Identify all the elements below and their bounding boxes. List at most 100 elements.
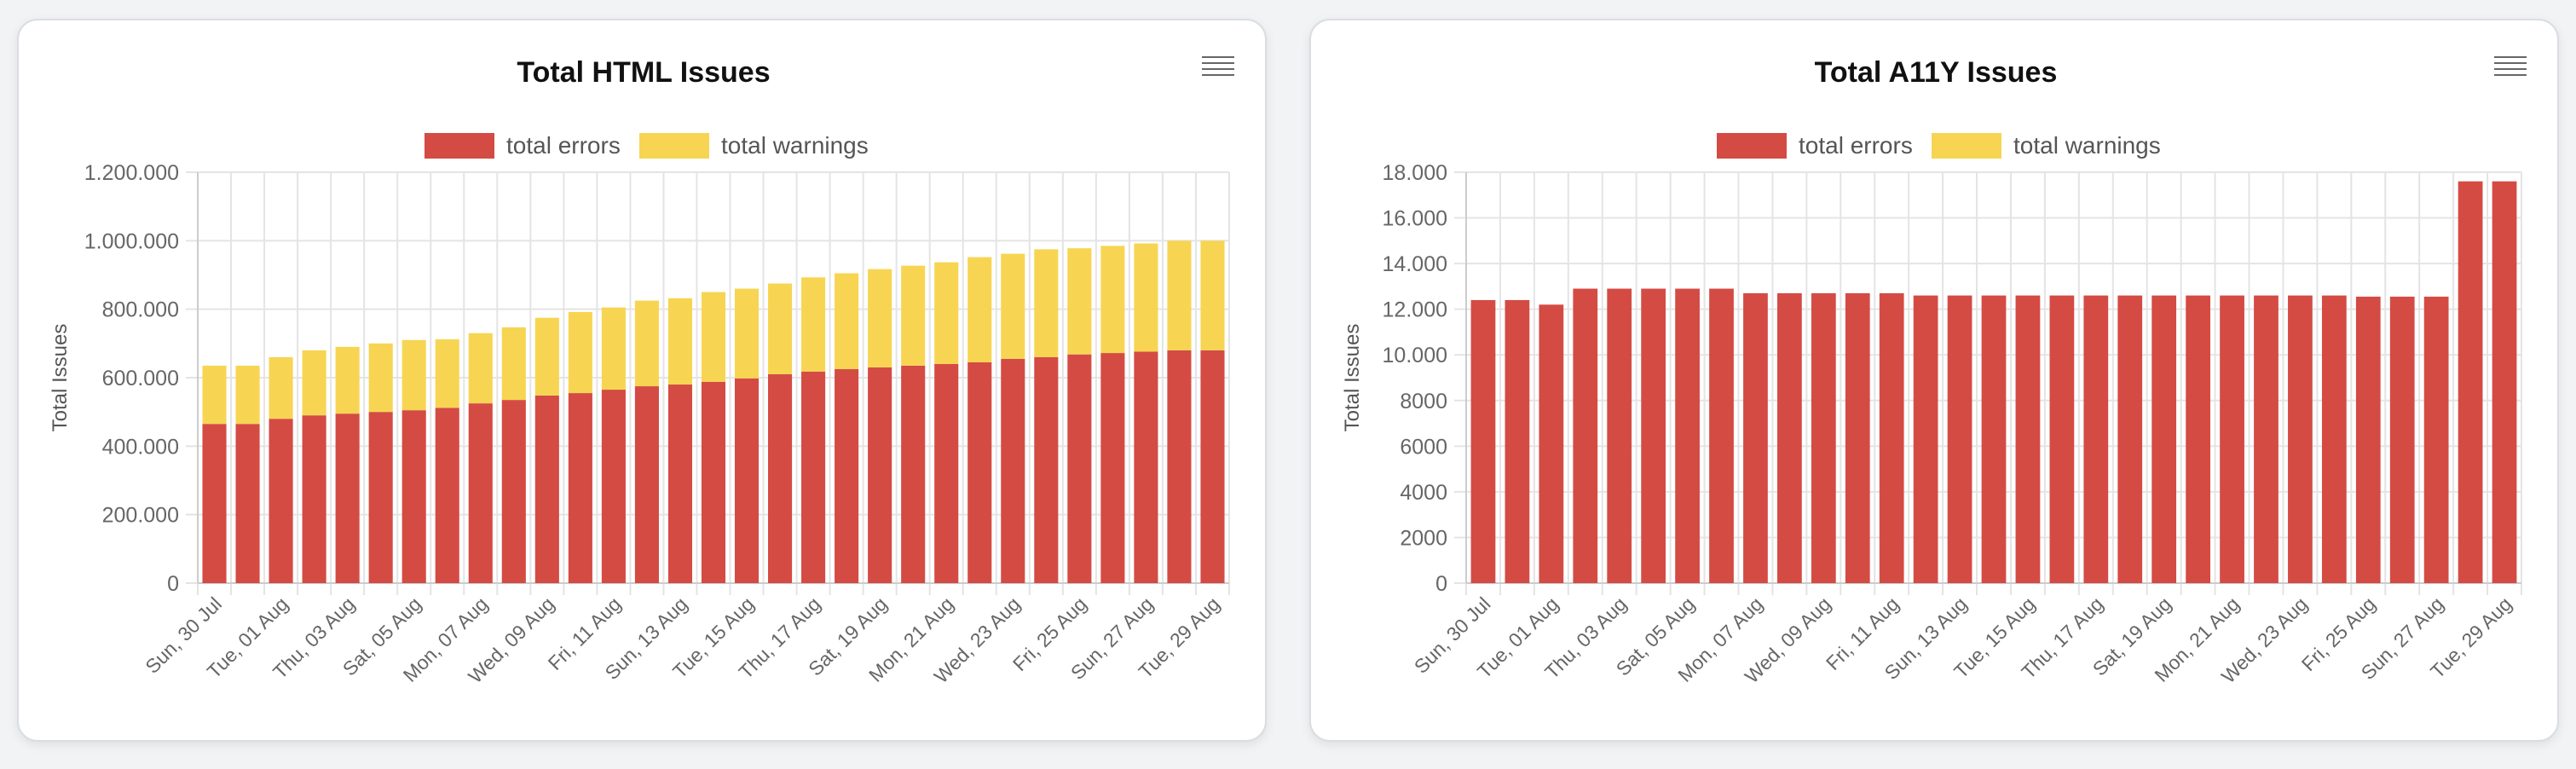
bar-warnings[interactable] <box>667 298 693 385</box>
bar-warnings[interactable] <box>901 265 926 366</box>
bar-errors[interactable] <box>1505 299 1530 583</box>
bar-errors[interactable] <box>2492 181 2517 583</box>
legend-swatch[interactable] <box>1717 133 1787 159</box>
chart-menu-icon[interactable] <box>2494 56 2527 87</box>
bar-warnings[interactable] <box>634 300 659 387</box>
legend-label[interactable]: total warnings <box>2013 132 2161 159</box>
bar-errors[interactable] <box>667 384 693 583</box>
bar-warnings[interactable] <box>269 356 293 419</box>
bar-errors[interactable] <box>2288 295 2313 583</box>
bar-warnings[interactable] <box>701 292 726 382</box>
bar-errors[interactable] <box>2389 296 2415 583</box>
bar-warnings[interactable] <box>934 262 959 364</box>
bar-errors[interactable] <box>601 390 626 583</box>
bar-errors[interactable] <box>401 410 426 583</box>
bar-errors[interactable] <box>1675 288 1700 583</box>
legend-swatch[interactable] <box>1932 133 2001 159</box>
bar-warnings[interactable] <box>1134 243 1158 352</box>
bar-errors[interactable] <box>235 424 260 583</box>
bar-errors[interactable] <box>1845 292 1870 583</box>
bar-errors[interactable] <box>2083 295 2109 583</box>
bar-warnings[interactable] <box>1034 249 1059 357</box>
bar-warnings[interactable] <box>1001 253 1025 359</box>
bar-warnings[interactable] <box>801 277 826 372</box>
bar-errors[interactable] <box>501 400 526 583</box>
bar-warnings[interactable] <box>734 288 760 379</box>
bar-errors[interactable] <box>1200 350 1225 583</box>
bar-errors[interactable] <box>1067 354 1092 583</box>
bar-errors[interactable] <box>335 413 360 583</box>
bar-warnings[interactable] <box>1067 248 1092 355</box>
legend-label[interactable]: total warnings <box>721 132 869 159</box>
bar-errors[interactable] <box>634 386 659 583</box>
bar-warnings[interactable] <box>335 346 360 414</box>
bar-errors[interactable] <box>2186 295 2210 583</box>
bar-errors[interactable] <box>801 371 826 583</box>
bar-errors[interactable] <box>368 412 393 583</box>
bar-warnings[interactable] <box>868 269 892 367</box>
bar-warnings[interactable] <box>1100 246 1125 354</box>
bar-errors[interactable] <box>2117 295 2143 583</box>
bar-warnings[interactable] <box>1200 240 1225 350</box>
bar-errors[interactable] <box>1167 350 1192 583</box>
legend-swatch[interactable] <box>639 133 709 159</box>
bar-errors[interactable] <box>967 361 992 583</box>
bar-errors[interactable] <box>835 368 859 583</box>
bar-errors[interactable] <box>734 378 760 583</box>
bar-errors[interactable] <box>1879 292 1904 583</box>
bar-warnings[interactable] <box>768 283 793 374</box>
bar-warnings[interactable] <box>468 332 493 404</box>
bar-warnings[interactable] <box>1167 240 1192 350</box>
bar-errors[interactable] <box>1470 299 1496 583</box>
bar-errors[interactable] <box>1100 353 1125 583</box>
bar-errors[interactable] <box>2220 295 2244 583</box>
bar-errors[interactable] <box>701 381 726 583</box>
bar-warnings[interactable] <box>368 343 393 413</box>
bar-errors[interactable] <box>1001 358 1025 583</box>
bar-errors[interactable] <box>1947 295 1972 583</box>
bar-warnings[interactable] <box>302 350 326 416</box>
bar-errors[interactable] <box>269 419 293 583</box>
bar-errors[interactable] <box>1743 292 1768 583</box>
bar-errors[interactable] <box>1709 288 1734 583</box>
bar-errors[interactable] <box>435 408 459 583</box>
bar-warnings[interactable] <box>967 257 992 362</box>
bar-errors[interactable] <box>2049 295 2075 583</box>
bar-errors[interactable] <box>2458 181 2483 583</box>
bar-errors[interactable] <box>2321 295 2347 583</box>
bar-errors[interactable] <box>202 424 227 583</box>
bar-errors[interactable] <box>302 415 326 583</box>
bar-errors[interactable] <box>768 373 793 583</box>
bar-errors[interactable] <box>868 367 892 583</box>
bar-warnings[interactable] <box>835 273 859 369</box>
bar-errors[interactable] <box>1811 292 1836 583</box>
legend-swatch[interactable] <box>425 133 494 159</box>
bar-errors[interactable] <box>901 365 926 583</box>
bar-warnings[interactable] <box>435 339 459 408</box>
bar-warnings[interactable] <box>601 307 626 390</box>
bar-warnings[interactable] <box>568 311 592 394</box>
bar-errors[interactable] <box>1913 295 1938 583</box>
bar-warnings[interactable] <box>235 365 260 425</box>
bar-errors[interactable] <box>1981 295 2007 583</box>
bar-errors[interactable] <box>1034 356 1059 583</box>
bar-errors[interactable] <box>2015 295 2041 583</box>
bar-errors[interactable] <box>1539 304 1564 583</box>
bar-errors[interactable] <box>1573 288 1598 583</box>
bar-errors[interactable] <box>1641 288 1666 583</box>
bar-errors[interactable] <box>1777 292 1802 583</box>
bar-warnings[interactable] <box>202 365 227 425</box>
bar-warnings[interactable] <box>501 327 526 401</box>
bar-errors[interactable] <box>468 403 493 583</box>
bar-errors[interactable] <box>1607 288 1632 583</box>
bar-errors[interactable] <box>1134 351 1158 583</box>
bar-errors[interactable] <box>568 393 592 583</box>
bar-errors[interactable] <box>2151 295 2177 583</box>
chart-menu-icon[interactable] <box>1202 56 1234 87</box>
bar-errors[interactable] <box>2355 296 2381 583</box>
bar-errors[interactable] <box>934 363 959 583</box>
bar-warnings[interactable] <box>534 317 559 396</box>
legend-label[interactable]: total errors <box>1799 132 1913 159</box>
bar-errors[interactable] <box>534 395 559 583</box>
bar-errors[interactable] <box>2254 295 2279 583</box>
